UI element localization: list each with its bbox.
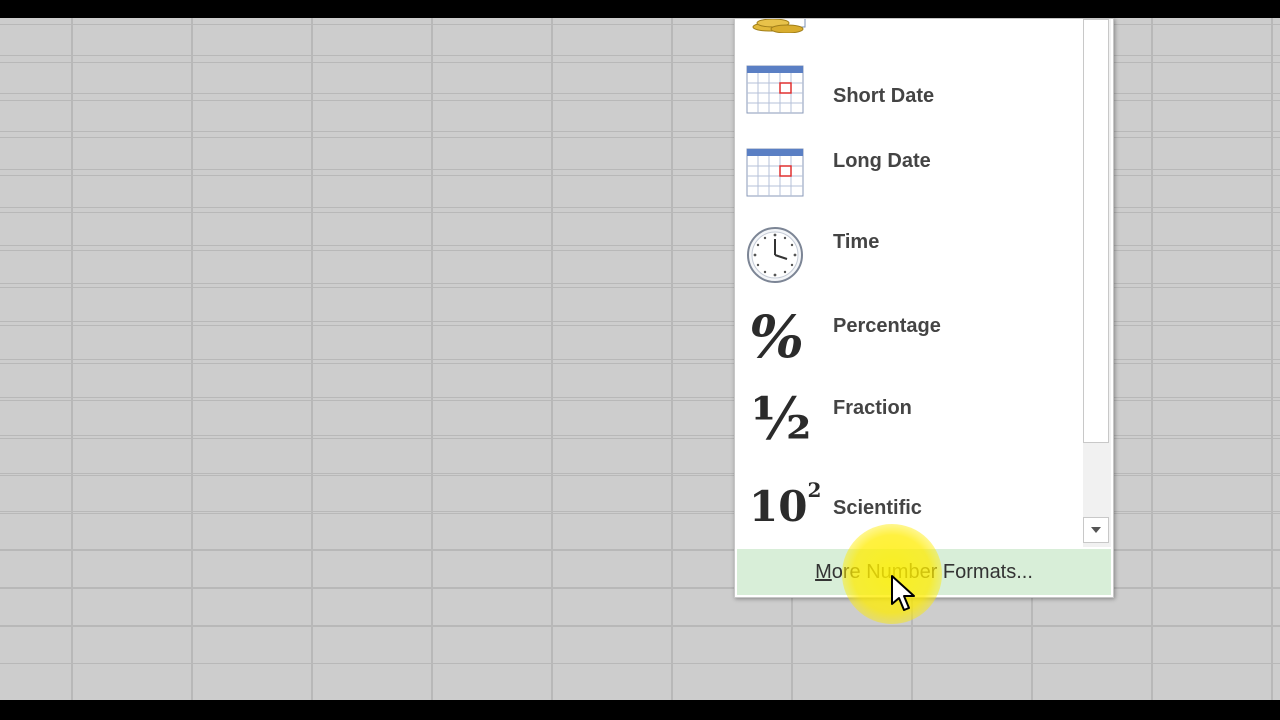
chevron-down-icon — [1091, 527, 1101, 533]
format-label-short-date: Short Date — [833, 85, 935, 107]
format-label-percentage: Percentage — [833, 315, 941, 337]
percent-icon: % — [749, 303, 805, 371]
format-label-time: Time — [833, 231, 880, 253]
format-label-scientific: Scientific — [833, 497, 922, 519]
more-formats-label: ore Number Formats... — [831, 560, 1033, 583]
format-item-short-date[interactable]: Short Date — [735, 65, 1081, 147]
scroll-down-button[interactable] — [1083, 517, 1109, 543]
screen: Short Date Long Date Time % Percentage ½… — [0, 0, 1280, 720]
calendar-icon — [746, 65, 804, 114]
format-item-fraction[interactable]: ½ Fraction — [735, 385, 1081, 471]
fraction-icon: ½ — [751, 385, 812, 453]
scientific-base: 10 — [749, 482, 808, 531]
calendar-icon — [746, 148, 804, 197]
bottom-letterbox — [0, 700, 1280, 720]
format-item-long-date[interactable]: Long Date — [735, 148, 1081, 230]
format-item-partial[interactable] — [735, 19, 1081, 33]
coins-icon — [752, 19, 806, 33]
top-letterbox — [0, 0, 1280, 18]
scientific-icon: 102 — [749, 477, 821, 537]
format-label-fraction: Fraction — [833, 397, 912, 419]
format-list: Short Date Long Date Time % Percentage ½… — [735, 19, 1081, 547]
format-item-percentage[interactable]: % Percentage — [735, 307, 1081, 389]
scientific-exponent: 2 — [807, 478, 822, 502]
number-format-dropdown: Short Date Long Date Time % Percentage ½… — [734, 18, 1114, 598]
more-number-formats-button[interactable]: More Number Formats... — [737, 549, 1111, 595]
vertical-scrollbar[interactable] — [1083, 19, 1111, 547]
format-label-long-date: Long Date — [833, 150, 931, 172]
format-item-time[interactable]: Time — [735, 225, 1081, 307]
more-formats-accelerator: M — [815, 560, 832, 583]
scrollbar-thumb[interactable] — [1083, 19, 1109, 443]
format-item-scientific[interactable]: 102 Scientific — [735, 471, 1081, 547]
clock-icon — [747, 227, 803, 283]
